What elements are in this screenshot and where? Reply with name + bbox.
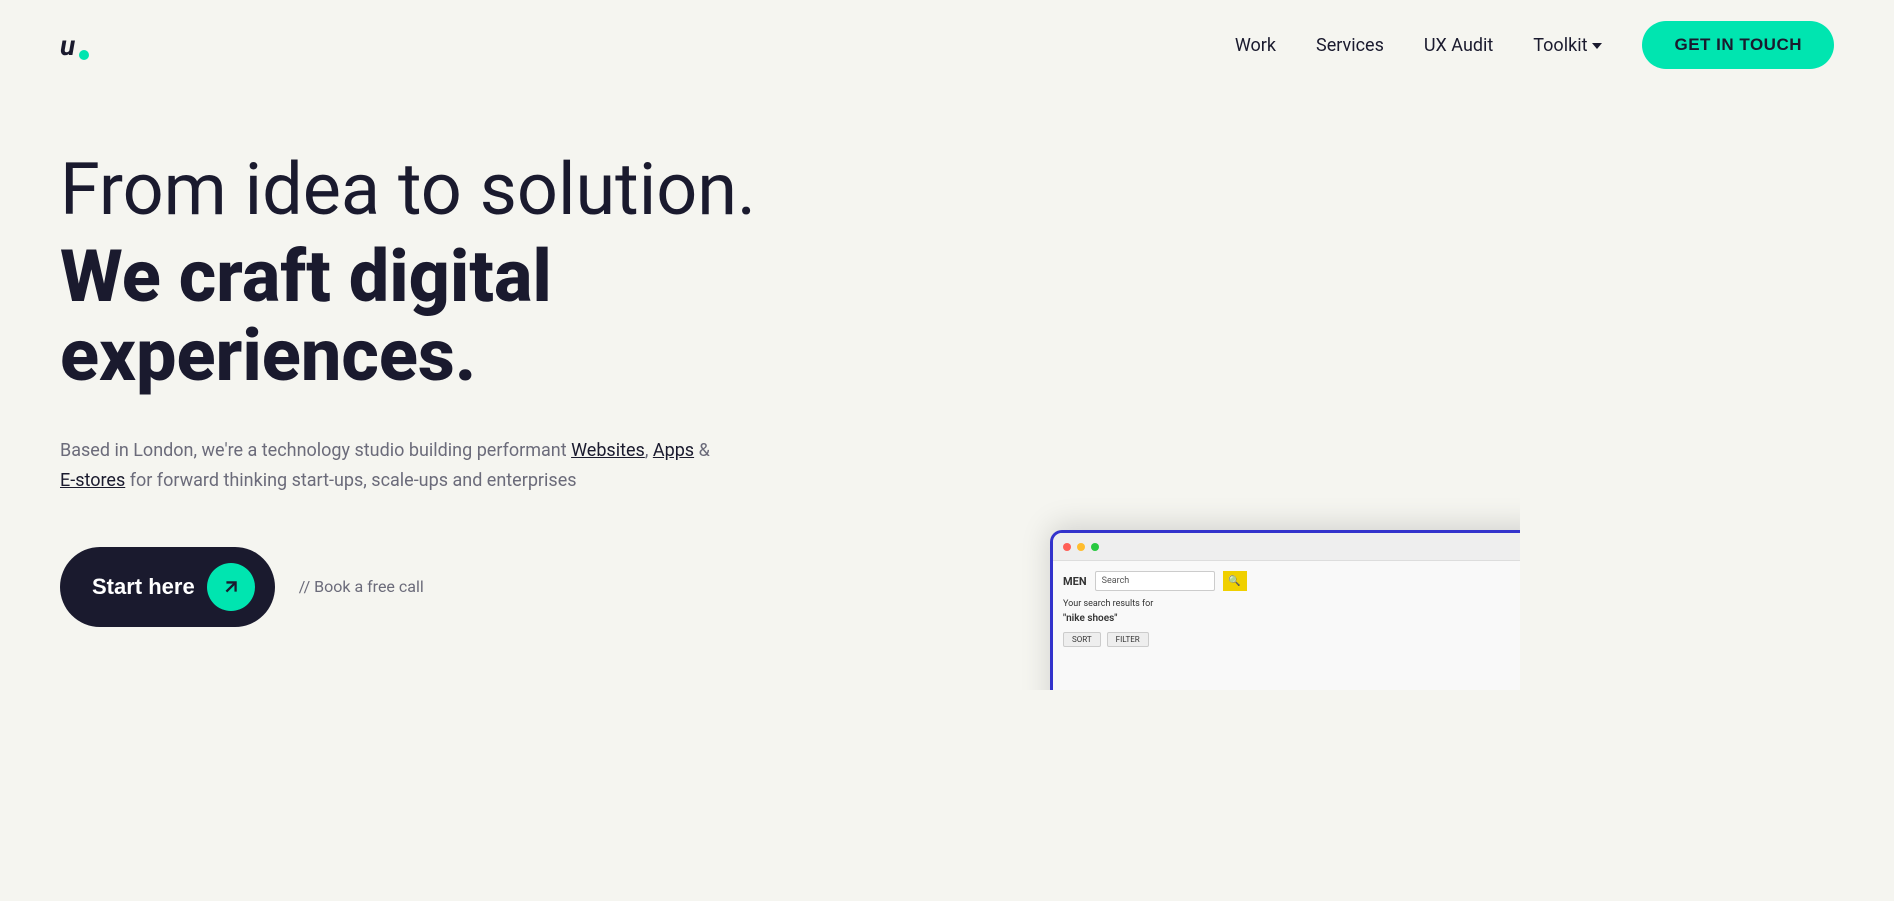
browser-filters: SORT FILTER bbox=[1063, 632, 1520, 647]
nav-work[interactable]: Work bbox=[1235, 35, 1276, 56]
logo[interactable]: u bbox=[60, 29, 89, 62]
browser-results-query: "nike shoes" bbox=[1063, 613, 1520, 624]
start-here-icon bbox=[207, 563, 255, 611]
browser-close-dot bbox=[1063, 543, 1071, 551]
hero-text-col: From idea to solution. We craft digital … bbox=[0, 90, 1000, 690]
hero-line1: From idea to solution. bbox=[60, 150, 940, 229]
nav-toolkit[interactable]: Toolkit bbox=[1533, 35, 1602, 56]
browser-search-button: 🔍 bbox=[1223, 571, 1247, 591]
browser-search-bar: MEN Search 🔍 bbox=[1063, 571, 1520, 591]
browser-min-dot bbox=[1077, 543, 1085, 551]
arrow-up-right-icon bbox=[220, 576, 242, 598]
hero-line2: We craft digital experiences. bbox=[60, 237, 940, 395]
hero-section: From idea to solution. We craft digital … bbox=[0, 90, 1894, 690]
hero-desc-part1: Based in London, we're a technology stud… bbox=[60, 440, 567, 461]
hero-desc-part2: for forward thinking start-ups, scale-up… bbox=[130, 470, 577, 491]
logo-letter: u bbox=[60, 29, 75, 62]
book-call-label: // Book a free call bbox=[299, 577, 424, 596]
browser-top-bar bbox=[1053, 533, 1520, 561]
hero-link-websites[interactable]: Websites bbox=[571, 440, 645, 461]
nav-services[interactable]: Services bbox=[1316, 35, 1384, 56]
hero-actions: Start here // Book a free call bbox=[60, 547, 940, 627]
browser-preview: MEN Search 🔍 Your search results for "ni… bbox=[1000, 470, 1520, 690]
browser-filter-btn: FILTER bbox=[1107, 632, 1149, 647]
browser-men-label: MEN bbox=[1063, 575, 1087, 588]
get-in-touch-button[interactable]: GET IN TOUCH bbox=[1642, 21, 1834, 69]
browser-max-dot bbox=[1091, 543, 1099, 551]
logo-dot bbox=[79, 50, 89, 60]
browser-results-text: Your search results for bbox=[1063, 599, 1520, 609]
start-here-label: Start here bbox=[92, 574, 195, 600]
nav-ux-audit[interactable]: UX Audit bbox=[1424, 35, 1493, 56]
nav-toolkit-label: Toolkit bbox=[1533, 35, 1587, 56]
hero-link-apps[interactable]: Apps bbox=[653, 440, 694, 461]
navbar: u Work Services UX Audit Toolkit GET IN … bbox=[0, 0, 1894, 90]
hero-description: Based in London, we're a technology stud… bbox=[60, 436, 740, 497]
nav-links: Work Services UX Audit Toolkit GET IN TO… bbox=[1235, 21, 1834, 69]
hero-link-estores[interactable]: E-stores bbox=[60, 470, 125, 491]
browser-sort-btn: SORT bbox=[1063, 632, 1101, 647]
hero-desc-amp: & bbox=[699, 440, 710, 461]
chevron-down-icon bbox=[1592, 43, 1602, 49]
browser-window: MEN Search 🔍 Your search results for "ni… bbox=[1050, 530, 1520, 690]
browser-search-input: Search bbox=[1095, 571, 1215, 591]
start-here-button[interactable]: Start here bbox=[60, 547, 275, 627]
browser-content-area: MEN Search 🔍 Your search results for "ni… bbox=[1053, 561, 1520, 690]
